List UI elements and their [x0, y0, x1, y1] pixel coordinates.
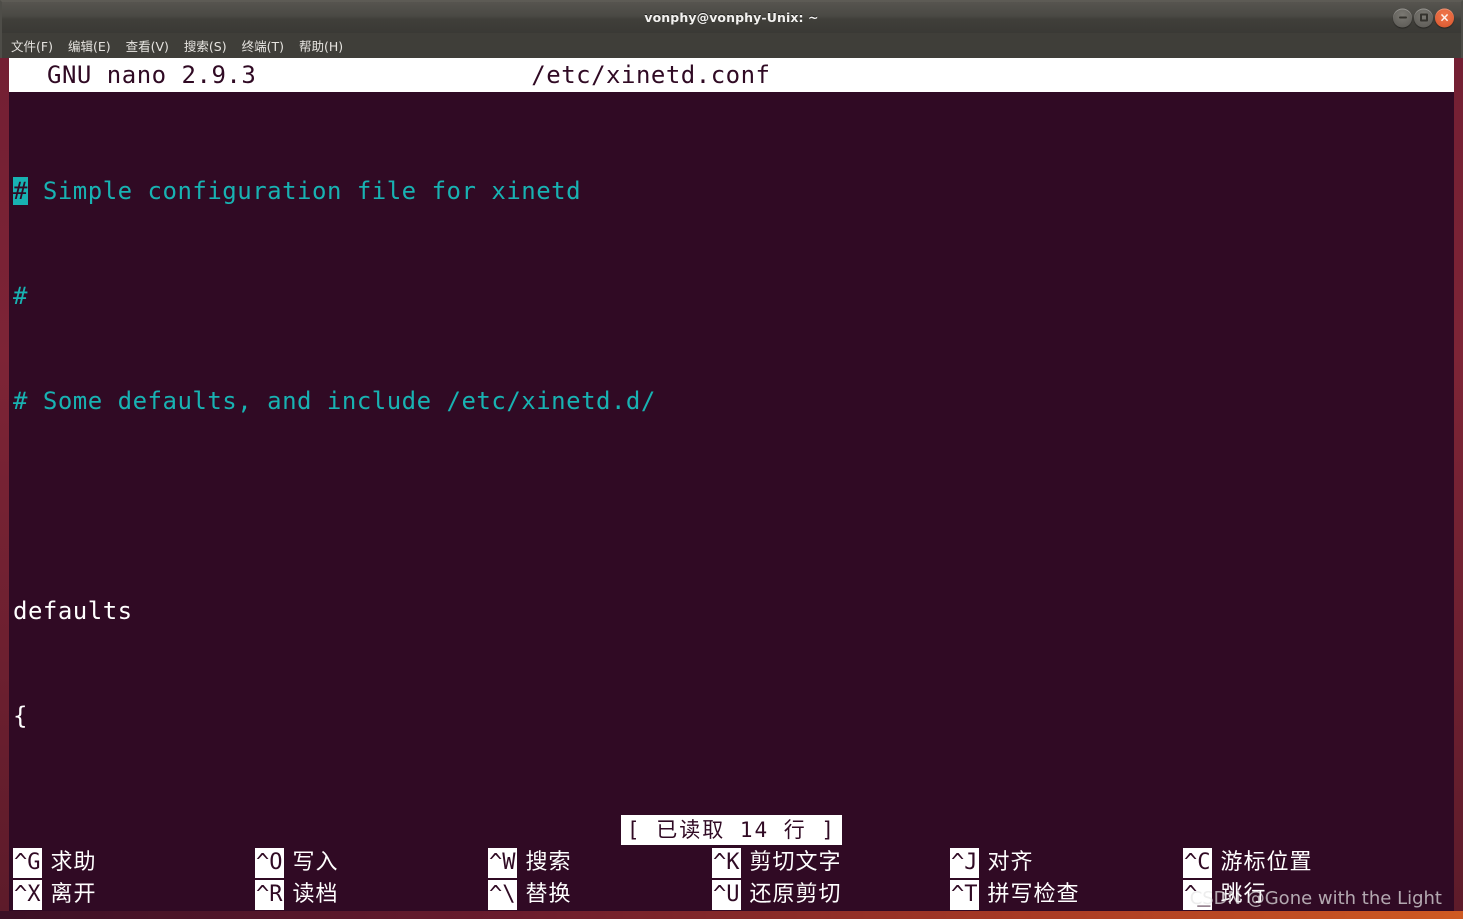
editor-line: # Some defaults, and include /etc/xinetd…	[13, 387, 656, 415]
shortcut-column: ^W 搜索 ^\ 替换	[488, 847, 712, 911]
nano-title-bar: GNU nano 2.9.3 /etc/xinetd.conf	[9, 58, 1454, 92]
shortcut-key: ^T	[950, 880, 979, 910]
nano-filename-label: /etc/xinetd.conf	[531, 61, 771, 89]
shortcut-label: 游标位置	[1220, 850, 1313, 875]
window-controls: ×	[1393, 8, 1454, 27]
menu-item-file[interactable]: 文件(F)	[11, 34, 61, 57]
shortcut-label: 拼写检查	[987, 882, 1080, 907]
editor-line: defaults	[13, 597, 133, 625]
shortcut-help[interactable]: ^G 求助	[13, 847, 255, 879]
shortcut-key: ^X	[13, 880, 42, 910]
shortcut-key: ^U	[712, 880, 741, 910]
shortcut-column: ^K 剪切文字 ^U 还原剪切	[712, 847, 950, 911]
shortcut-label: 剪切文字	[749, 850, 842, 875]
shortcut-replace[interactable]: ^\ 替换	[488, 879, 712, 911]
nano-shortcut-bar: ^G 求助 ^X 离开 ^O 写入 ^R 读档 ^W 搜索 ^\ 替换 ^K 剪…	[9, 847, 1454, 911]
text-cursor: #	[13, 177, 28, 205]
menu-item-edit[interactable]: 编辑(E)	[68, 34, 119, 57]
shortcut-label: 写入	[292, 850, 339, 875]
shortcut-label: 读档	[292, 882, 339, 907]
minimize-button[interactable]	[1393, 8, 1412, 27]
shortcut-label: 搜索	[525, 850, 572, 875]
terminal-window: vonphy@vonphy-Unix: ~ × 文件(F) 编辑(E) 查看(V…	[0, 0, 1463, 919]
menu-bar: 文件(F) 编辑(E) 查看(V) 搜索(S) 终端(T) 帮助(H)	[0, 33, 1463, 58]
menu-item-terminal[interactable]: 终端(T)	[242, 34, 292, 57]
terminal-area[interactable]: GNU nano 2.9.3 /etc/xinetd.conf # Simple…	[0, 58, 1463, 911]
shortcut-label: 还原剪切	[749, 882, 842, 907]
shortcut-label: 替换	[525, 882, 572, 907]
editor-line: #	[13, 282, 28, 310]
shortcut-label: 求助	[50, 850, 97, 875]
shortcut-goto-line[interactable]: ^_ 跳行	[1183, 879, 1428, 911]
shortcut-label: 离开	[50, 882, 97, 907]
shortcut-key: ^_	[1183, 880, 1212, 910]
shortcut-column: ^J 对齐 ^T 拼写检查	[950, 847, 1183, 911]
menu-item-help[interactable]: 帮助(H)	[299, 34, 351, 57]
shortcut-where-is[interactable]: ^W 搜索	[488, 847, 712, 879]
window-titlebar[interactable]: vonphy@vonphy-Unix: ~ ×	[0, 0, 1463, 33]
menu-item-search[interactable]: 搜索(S)	[184, 34, 235, 57]
shortcut-key: ^O	[255, 848, 284, 878]
nano-version-label: GNU nano 2.9.3	[47, 61, 257, 89]
editor-line: # Simple configuration file for xinetd	[13, 174, 1454, 209]
shortcut-exit[interactable]: ^X 离开	[13, 879, 255, 911]
close-icon: ×	[1439, 10, 1450, 24]
editor-line: {	[13, 702, 28, 730]
maximize-icon	[1419, 13, 1428, 22]
window-title: vonphy@vonphy-Unix: ~	[644, 10, 819, 25]
shortcut-justify[interactable]: ^J 对齐	[950, 847, 1183, 879]
status-message: [ 已读取 14 行 ]	[620, 815, 843, 845]
shortcut-column: ^G 求助 ^X 离开	[9, 847, 255, 911]
nano-editor[interactable]: GNU nano 2.9.3 /etc/xinetd.conf # Simple…	[9, 58, 1454, 911]
editor-line-text: Simple configuration file for xinetd	[27, 177, 582, 205]
nano-status-line: [ 已读取 14 行 ]	[9, 815, 1454, 845]
maximize-button[interactable]	[1414, 8, 1433, 27]
close-button[interactable]: ×	[1435, 8, 1454, 27]
nano-text-buffer[interactable]: # Simple configuration file for xinetd #…	[9, 104, 1454, 911]
shortcut-uncut-text[interactable]: ^U 还原剪切	[712, 879, 950, 911]
shortcut-column: ^C 游标位置 ^_ 跳行	[1183, 847, 1428, 911]
shortcut-spell-check[interactable]: ^T 拼写检查	[950, 879, 1183, 911]
shortcut-key: ^J	[950, 848, 979, 878]
menu-item-view[interactable]: 查看(V)	[126, 34, 177, 57]
shortcut-key: ^\	[488, 880, 517, 910]
shortcut-writeout[interactable]: ^O 写入	[255, 847, 488, 879]
shortcut-column: ^O 写入 ^R 读档	[255, 847, 488, 911]
shortcut-readfile[interactable]: ^R 读档	[255, 879, 488, 911]
shortcut-label: 跳行	[1220, 882, 1267, 907]
shortcut-key: ^G	[13, 848, 42, 878]
shortcut-key: ^C	[1183, 848, 1212, 878]
minimize-icon	[1398, 16, 1407, 19]
window-bottom-frame	[0, 911, 1463, 919]
shortcut-key: ^R	[255, 880, 284, 910]
shortcut-cut-text[interactable]: ^K 剪切文字	[712, 847, 950, 879]
shortcut-label: 对齐	[987, 850, 1034, 875]
shortcut-key: ^K	[712, 848, 741, 878]
shortcut-key: ^W	[488, 848, 517, 878]
shortcut-cursor-position[interactable]: ^C 游标位置	[1183, 847, 1428, 879]
